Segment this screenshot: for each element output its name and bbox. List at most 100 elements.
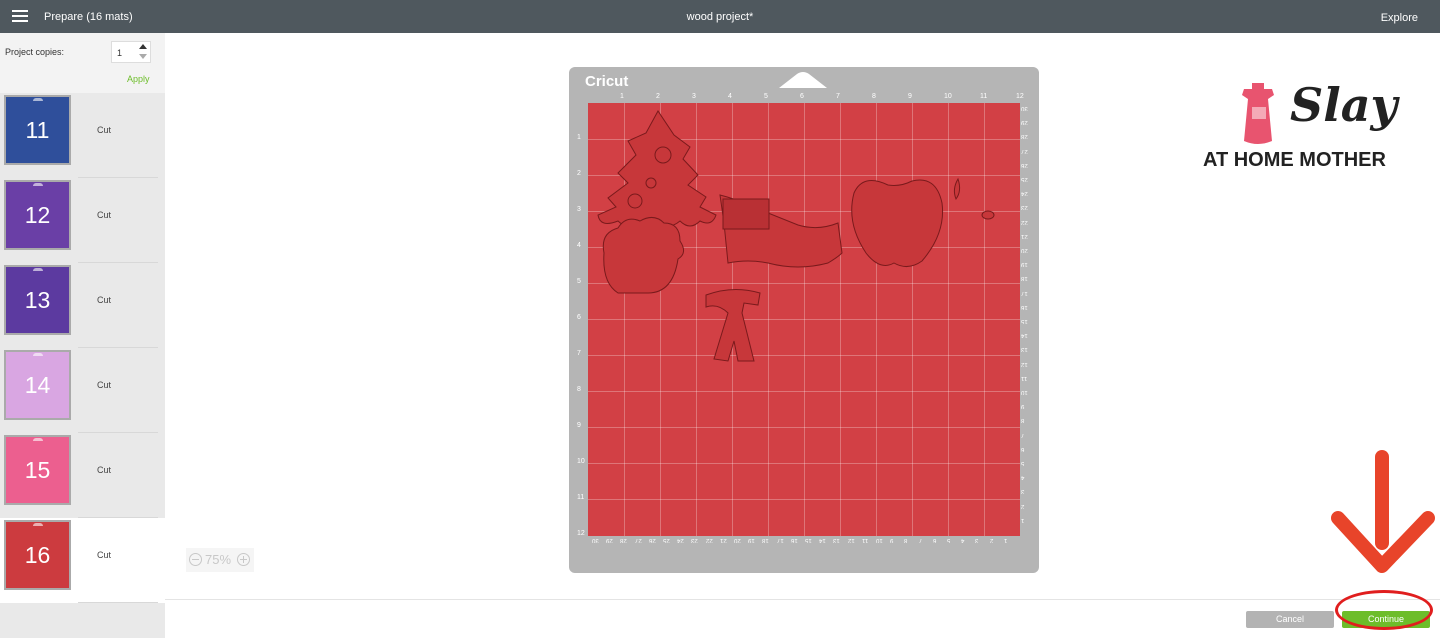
project-copies-row: Project copies: 1 Apply — [0, 33, 165, 93]
ruler-label: 6 — [800, 93, 804, 100]
ruler-label: 13 — [1021, 346, 1028, 353]
stepper-up-icon[interactable] — [139, 44, 147, 49]
zoom-level: 75% — [205, 552, 232, 567]
ruler-label: 29 — [1021, 119, 1028, 126]
watermark-title: Slay — [1290, 78, 1398, 132]
ruler-label: 1 — [1003, 537, 1008, 543]
cutting-mat: Cricut 1 2 3 4 5 6 7 8 9 10 11 12 1 2 3 4 5 6 7 8 9 10 11 12 3… — [569, 67, 1039, 573]
ruler-label: 27 — [634, 537, 642, 543]
ruler-label: 7 — [1021, 431, 1025, 438]
ruler-label: 10 — [1021, 389, 1028, 395]
watermark-logo: Slay AT HOME MOTHER — [1200, 78, 1435, 178]
mat-item-14[interactable]: 14 Cut — [0, 348, 165, 433]
project-name: wood project* — [686, 11, 754, 23]
mat-action-label: Cut — [97, 125, 112, 135]
ruler-label: 4 — [1021, 474, 1025, 481]
ruler-label: 15 — [1021, 318, 1028, 324]
ruler-label: 20 — [1021, 247, 1028, 253]
ruler-label: 4 — [728, 93, 732, 100]
ruler-label: 1 — [577, 134, 581, 141]
ruler-label: 30 — [592, 537, 599, 543]
ruler-label: 9 — [908, 93, 912, 100]
highlight-ring — [1335, 590, 1433, 630]
ruler-label: 10 — [577, 458, 585, 465]
ruler-label: 13 — [833, 537, 841, 543]
ruler-label: 11 — [1021, 374, 1028, 381]
ruler-label: 28 — [1021, 133, 1028, 140]
ruler-label: 6 — [1021, 445, 1025, 452]
ruler-label: 17 — [776, 537, 784, 543]
apple-shape — [851, 179, 944, 267]
ruler-label: 7 — [918, 537, 922, 543]
stepper-down-icon[interactable] — [139, 54, 147, 59]
mat-action-label: Cut — [97, 380, 112, 390]
ruler-label: 25 — [1021, 176, 1028, 182]
ruler-label: 8 — [577, 386, 581, 393]
mat-item-16[interactable]: 16 Cut — [0, 518, 165, 603]
project-copies-input[interactable]: 1 — [111, 41, 151, 63]
ruler-label: 2 — [656, 93, 660, 100]
ruler-label: 12 — [1016, 93, 1024, 100]
pie-shape — [602, 217, 684, 294]
mat-thumbnail: 14 — [4, 350, 71, 420]
mat-number: 16 — [24, 542, 51, 568]
bottom-ruler: 30 29 28 27 26 25 24 23 22 21 20 19 18 17 16 15 14 13 12 11… — [588, 537, 1028, 547]
ruler-label: 24 — [1021, 190, 1028, 197]
ruler-label: 22 — [705, 537, 713, 543]
scarf-shape — [705, 289, 761, 362]
ruler-label: 16 — [1021, 303, 1028, 310]
cancel-button[interactable]: Cancel — [1246, 611, 1334, 628]
mat-notch — [33, 183, 43, 186]
ruler-label: 9 — [890, 537, 894, 543]
mat-thumbnail: 13 — [4, 265, 71, 335]
mat-item-12[interactable]: 12 Cut — [0, 178, 165, 263]
divider — [78, 602, 158, 603]
apply-button[interactable]: Apply — [127, 74, 150, 84]
ruler-label: 15 — [805, 537, 812, 543]
ruler-label: 17 — [1021, 289, 1028, 296]
mat-handle-icon — [779, 72, 827, 88]
project-copies-label: Project copies: — [5, 47, 65, 57]
explore-link[interactable]: Explore — [1381, 12, 1418, 24]
mat-number: 11 — [25, 117, 50, 143]
ruler-label: 21 — [1021, 232, 1028, 239]
mat-notch — [33, 353, 43, 356]
ruler-label: 3 — [577, 206, 581, 213]
flag-stars-shape — [722, 198, 770, 230]
down-arrow-icon — [1331, 450, 1435, 573]
ruler-label: 19 — [748, 537, 755, 543]
zoom-out-icon[interactable] — [189, 553, 202, 566]
ruler-label: 9 — [577, 422, 581, 429]
mat-item-13[interactable]: 13 Cut — [0, 263, 165, 348]
ornament-shape — [627, 193, 643, 209]
ruler-label: 16 — [790, 537, 798, 543]
ruler-label: 11 — [577, 494, 585, 501]
mat-number: 13 — [24, 287, 51, 313]
ruler-label: 12 — [847, 537, 855, 543]
ruler-label: 8 — [904, 537, 908, 543]
ruler-label: 21 — [719, 537, 727, 543]
left-ruler: 1 2 3 4 5 6 7 8 9 10 11 12 — [577, 104, 587, 537]
ruler-label: 2 — [989, 537, 993, 543]
mat-action-label: Cut — [97, 465, 112, 475]
mat-item-11[interactable]: 11 Cut — [0, 93, 165, 178]
ruler-label: 9 — [1021, 403, 1025, 410]
ruler-label: 5 — [947, 537, 951, 543]
mat-list: 11 Cut 12 Cut 13 Cut 14 Cut 15 Cut 16 Cu… — [0, 93, 165, 603]
leaf-shape — [953, 177, 961, 201]
mat-number: 12 — [24, 202, 51, 228]
ruler-label: 12 — [1021, 360, 1028, 367]
mat-item-15[interactable]: 15 Cut — [0, 433, 165, 518]
ruler-label: 23 — [691, 537, 699, 543]
mat-action-label: Cut — [97, 210, 112, 220]
ruler-label: 11 — [861, 537, 869, 543]
ruler-label: 3 — [1021, 488, 1025, 495]
ruler-label: 8 — [1021, 417, 1025, 424]
ruler-label: 8 — [872, 93, 876, 100]
ruler-label: 23 — [1021, 204, 1028, 211]
mat-action-label: Cut — [97, 550, 112, 560]
cut-shapes[interactable] — [588, 103, 1020, 536]
mat-thumbnail: 15 — [4, 435, 71, 505]
zoom-in-icon[interactable] — [237, 553, 250, 566]
ruler-label: 4 — [577, 242, 581, 249]
